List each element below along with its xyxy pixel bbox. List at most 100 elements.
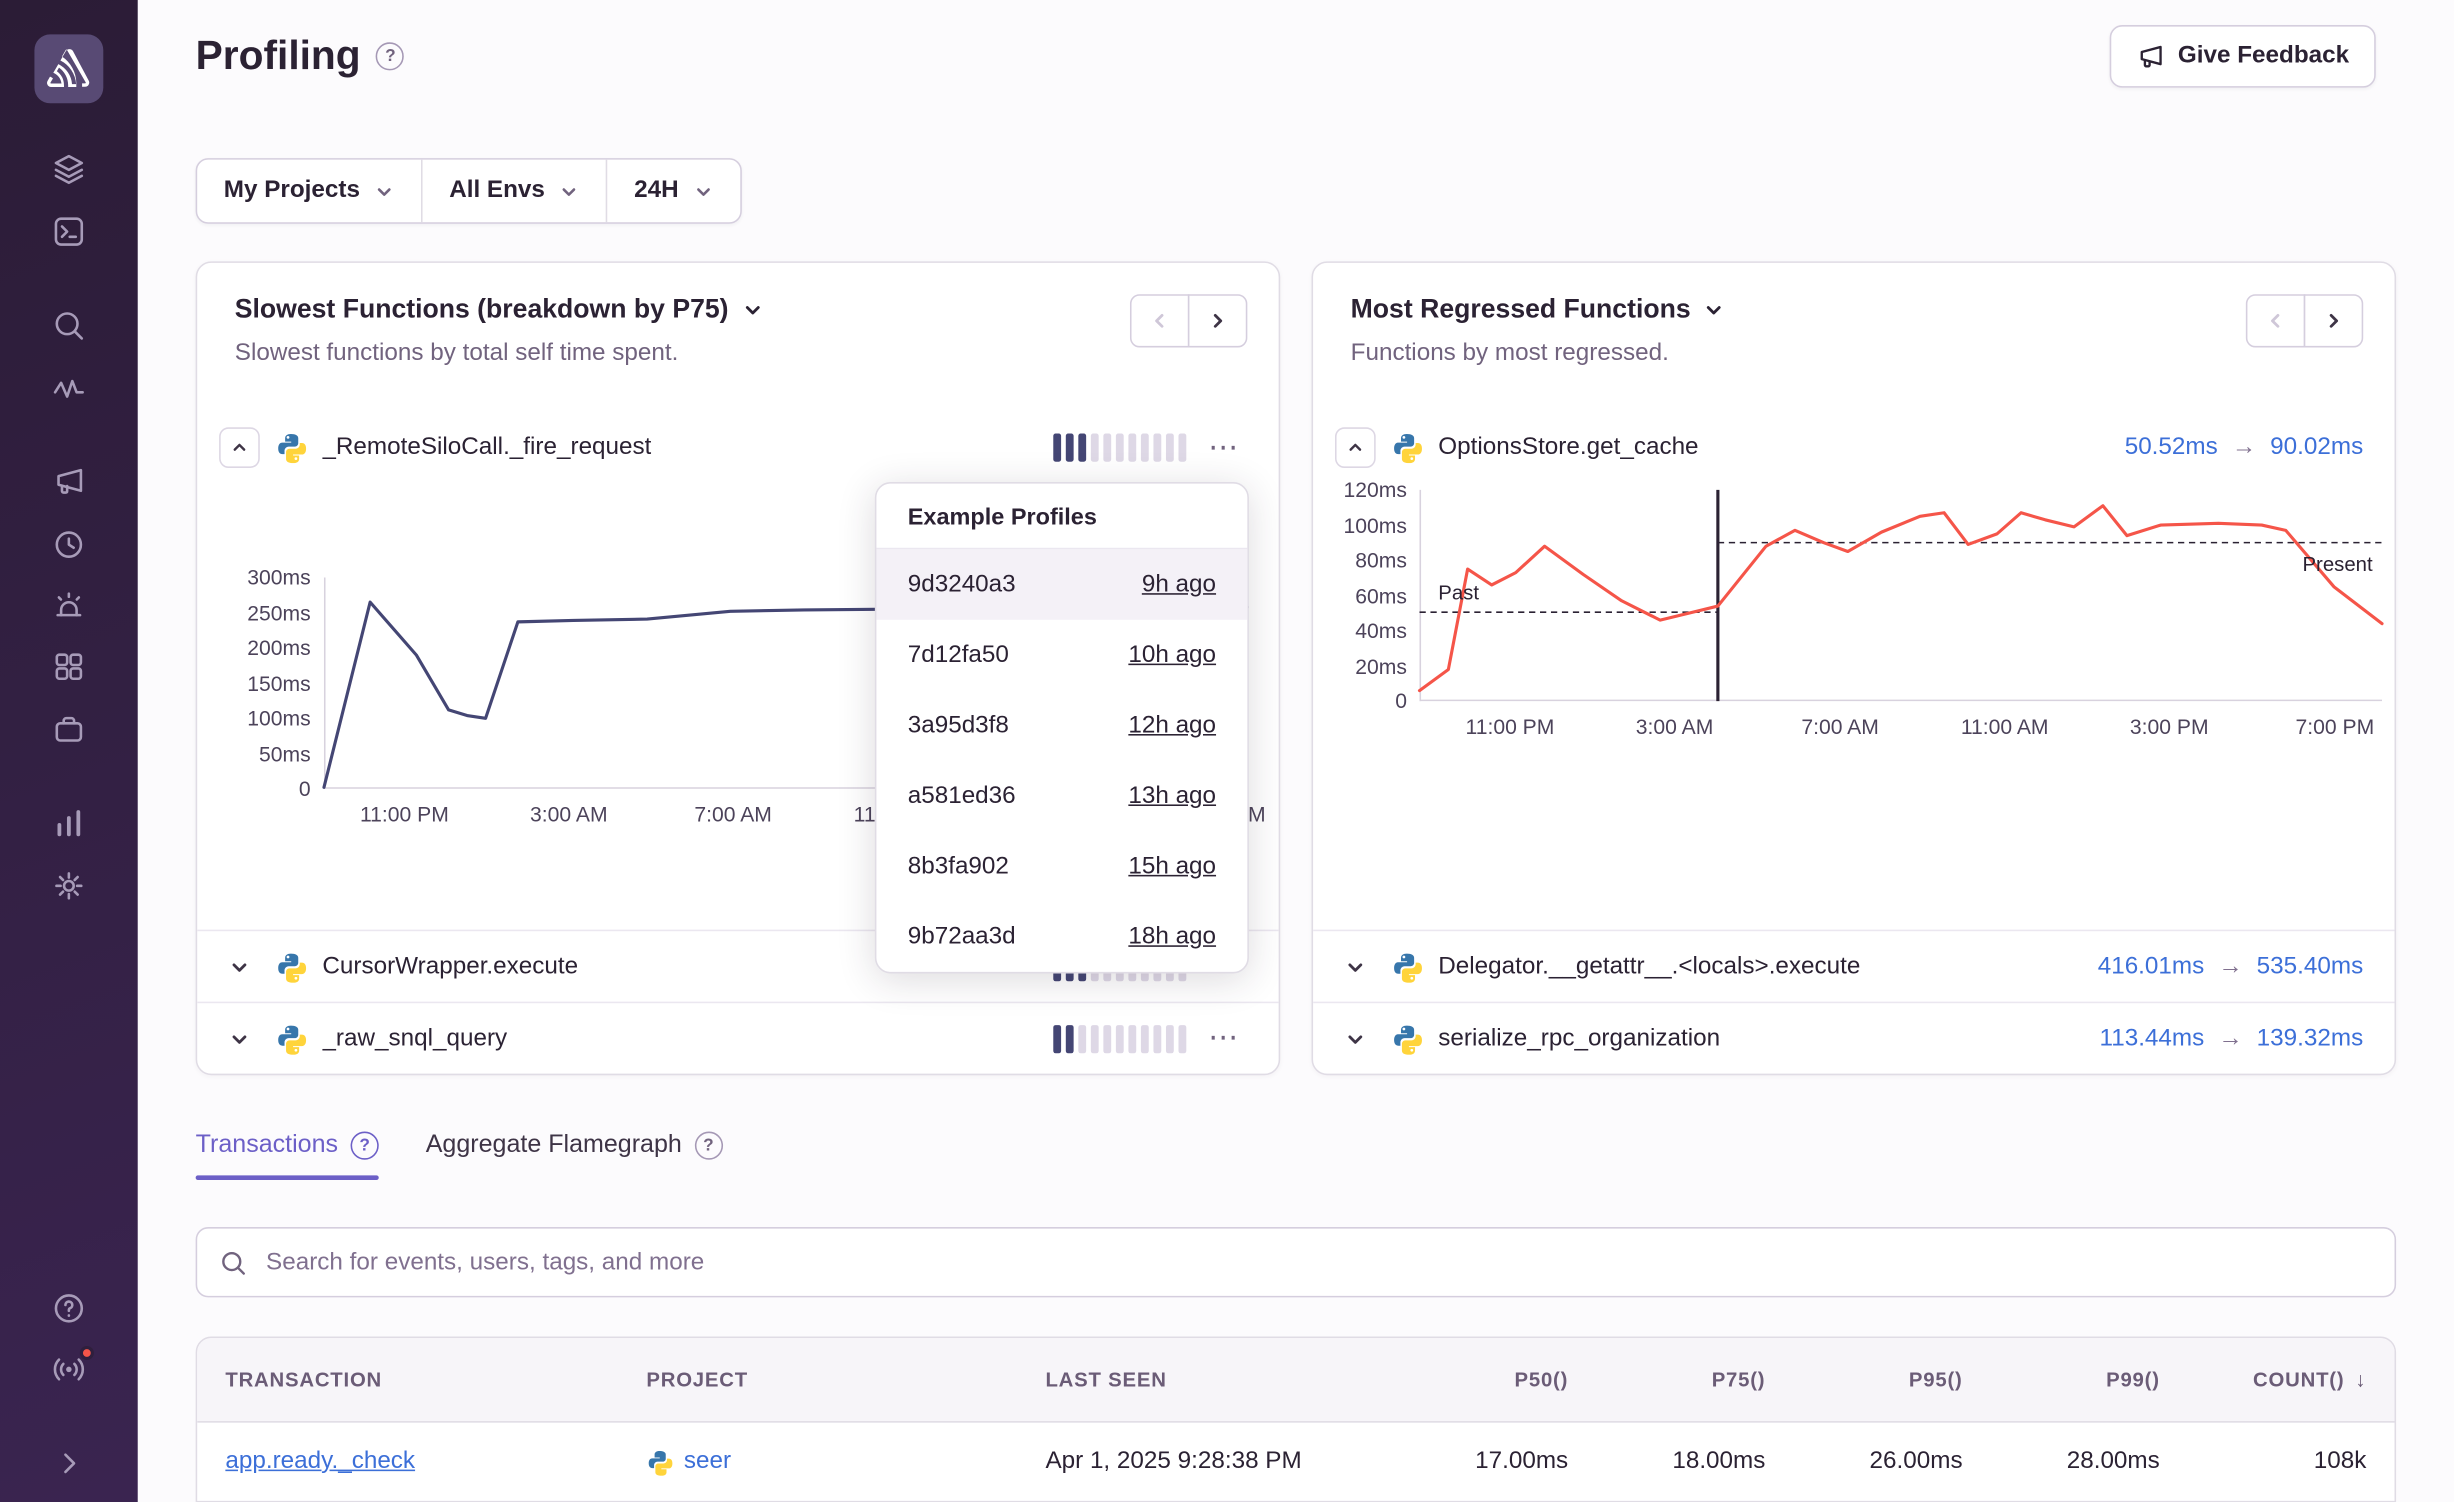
- function-name[interactable]: Delegator.__getattr__.<locals>.execute: [1438, 952, 1860, 980]
- chevron-down-icon: [1344, 1027, 1366, 1049]
- profile-age-link[interactable]: 13h ago: [1128, 782, 1216, 810]
- chevron-down-icon: [741, 299, 763, 321]
- help-icon[interactable]: [50, 1290, 88, 1328]
- feedback-icon[interactable]: [50, 462, 88, 500]
- chevron-down-icon: [228, 955, 250, 977]
- y-axis-label: 100ms: [1344, 513, 1407, 536]
- replays-icon[interactable]: [50, 526, 88, 564]
- next-page-button[interactable]: [1188, 294, 1247, 347]
- profile-sparkline: [1053, 434, 1186, 462]
- profile-age-link[interactable]: 18h ago: [1128, 923, 1216, 951]
- profile-item[interactable]: 8b3fa90215h ago: [876, 831, 1247, 901]
- function-name[interactable]: CursorWrapper.execute: [322, 952, 578, 980]
- col-p50[interactable]: P50(): [1409, 1368, 1597, 1391]
- search-icon[interactable]: [50, 307, 88, 345]
- expand-row-button[interactable]: [219, 1027, 260, 1049]
- profile-age-link[interactable]: 15h ago: [1128, 852, 1216, 880]
- give-feedback-button[interactable]: Give Feedback: [2109, 24, 2376, 87]
- y-axis-label: 200ms: [247, 636, 310, 659]
- function-row: OptionsStore.get_cache 50.52ms → 90.02ms: [1313, 412, 2394, 484]
- spark-bar: [1053, 1024, 1061, 1052]
- settings-icon[interactable]: [50, 867, 88, 905]
- col-count[interactable]: COUNT()↓: [2188, 1368, 2395, 1391]
- projects-icon[interactable]: [50, 213, 88, 251]
- tab-help-icon[interactable]: ?: [351, 1132, 379, 1160]
- prev-page-button[interactable]: [2246, 294, 2305, 347]
- function-row: Delegator.__getattr__.<locals>.execute 4…: [1313, 930, 2394, 1002]
- row-options-button[interactable]: ⋯: [1202, 1024, 1247, 1054]
- profile-item[interactable]: a581ed36 13h ago: [876, 761, 1247, 831]
- function-name[interactable]: _RemoteSiloCall._fire_request: [322, 434, 651, 462]
- chevron-down-icon: [374, 181, 394, 201]
- col-p99[interactable]: P99(): [1991, 1368, 2188, 1391]
- function-row: serialize_rpc_organization 113.44ms → 13…: [1313, 1002, 2394, 1074]
- function-name[interactable]: serialize_rpc_organization: [1438, 1024, 1720, 1052]
- before-duration-link[interactable]: 113.44ms: [2100, 1024, 2205, 1052]
- sentry-logo[interactable]: [34, 34, 103, 103]
- tab-transactions[interactable]: Transactions ?: [196, 1132, 379, 1181]
- x-axis-label: 7:00 PM: [2295, 715, 2374, 738]
- x-axis-label: 11:00 AM: [1961, 715, 2049, 738]
- before-duration-link[interactable]: 50.52ms: [2125, 434, 2218, 462]
- most-regressed-title[interactable]: Most Regressed Functions: [1351, 294, 1725, 325]
- spark-bar: [1128, 1024, 1136, 1052]
- example-profiles-popup: Example Profiles 9d3240a39h ago 7d12fa50…: [875, 482, 1249, 973]
- col-project[interactable]: PROJECT: [618, 1368, 1017, 1391]
- profile-id: a581ed36: [908, 782, 1016, 810]
- expand-row-button[interactable]: [1335, 955, 1376, 977]
- function-name[interactable]: _raw_snql_query: [322, 1024, 507, 1052]
- col-p95[interactable]: P95(): [1794, 1368, 1991, 1391]
- after-duration-link[interactable]: 139.32ms: [2257, 1024, 2364, 1052]
- col-transaction[interactable]: TRANSACTION: [197, 1368, 618, 1391]
- row-options-button[interactable]: ⋯: [1202, 433, 1247, 463]
- profile-age-link[interactable]: 10h ago: [1128, 641, 1216, 669]
- project-link[interactable]: seer: [684, 1448, 731, 1476]
- environment-filter[interactable]: All Envs: [423, 160, 608, 223]
- table-header: TRANSACTION PROJECT LAST SEEN P50() P75(…: [197, 1338, 2394, 1423]
- slowest-functions-title[interactable]: Slowest Functions (breakdown by P75): [235, 294, 763, 325]
- performance-icon[interactable]: [50, 371, 88, 409]
- page-help-icon[interactable]: ?: [376, 41, 404, 69]
- expand-row-button[interactable]: [1335, 1027, 1376, 1049]
- collapse-row-button[interactable]: [219, 427, 260, 468]
- project-filter[interactable]: My Projects: [197, 160, 422, 223]
- p50-value: 17.00ms: [1475, 1448, 1568, 1476]
- profile-item[interactable]: 9d3240a39h ago: [876, 549, 1247, 619]
- profile-item[interactable]: 9b72aa3d18h ago: [876, 901, 1247, 971]
- dashboards-icon[interactable]: [50, 648, 88, 686]
- profile-age-link[interactable]: 9h ago: [1142, 570, 1216, 598]
- collapse-row-button[interactable]: [1335, 427, 1376, 468]
- profile-age-link[interactable]: 12h ago: [1128, 711, 1216, 739]
- x-axis-label: 3:00 AM: [1636, 715, 1714, 738]
- issues-icon[interactable]: [50, 150, 88, 188]
- after-duration-link[interactable]: 535.40ms: [2257, 952, 2364, 980]
- tab-help-icon[interactable]: ?: [694, 1132, 722, 1160]
- profile-id: 7d12fa50: [908, 641, 1009, 669]
- col-p75[interactable]: P75(): [1596, 1368, 1793, 1391]
- before-duration-link[interactable]: 416.01ms: [2098, 952, 2205, 980]
- baseline-label: Present: [2302, 552, 2372, 575]
- most-regressed-chart: 120ms100ms80ms60ms40ms20ms011:00 PM3:00 …: [1326, 490, 2382, 748]
- spark-bar: [1078, 1024, 1086, 1052]
- alerts-icon[interactable]: [50, 587, 88, 625]
- sidebar-collapse-icon[interactable]: [50, 1445, 88, 1483]
- after-duration-link[interactable]: 90.02ms: [2270, 434, 2363, 462]
- next-page-button[interactable]: [2304, 294, 2363, 347]
- stats-icon[interactable]: [50, 804, 88, 842]
- pagination: [2246, 294, 2363, 347]
- col-last-seen[interactable]: LAST SEEN: [1017, 1368, 1408, 1391]
- spark-bar: [1066, 1024, 1074, 1052]
- profile-item[interactable]: 7d12fa50 10h ago: [876, 620, 1247, 690]
- function-name[interactable]: OptionsStore.get_cache: [1438, 434, 1698, 462]
- profile-item[interactable]: 3a95d3f812h ago: [876, 690, 1247, 760]
- chevron-down-icon: [1344, 955, 1366, 977]
- regression-values: 416.01ms → 535.40ms: [2098, 952, 2364, 980]
- transaction-link[interactable]: app.ready._check: [225, 1448, 415, 1476]
- date-range-filter[interactable]: 24H: [608, 160, 740, 223]
- prev-page-button[interactable]: [1130, 294, 1189, 347]
- expand-row-button[interactable]: [219, 955, 260, 977]
- releases-icon[interactable]: [50, 711, 88, 749]
- search-input[interactable]: [263, 1247, 2373, 1278]
- whats-new-icon[interactable]: [50, 1351, 88, 1389]
- tab-aggregate-flamegraph[interactable]: Aggregate Flamegraph ?: [426, 1132, 723, 1181]
